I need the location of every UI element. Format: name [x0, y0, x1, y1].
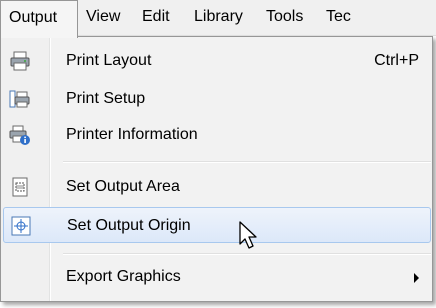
menu-tools-label: Tools: [266, 8, 304, 25]
menu-view[interactable]: View: [78, 0, 120, 36]
printer-info-icon: [9, 125, 30, 145]
menu-item-set-output-area[interactable]: Set Output Area: [3, 169, 431, 205]
menu-item-printer-information[interactable]: Printer Information: [3, 117, 431, 153]
mouse-cursor-icon: [239, 221, 257, 249]
output-dropdown-menu: Print Layout Ctrl+P Print Setup Printer …: [0, 36, 433, 302]
menu-tec[interactable]: Tec: [318, 0, 351, 36]
menu-item-export-graphics[interactable]: Export Graphics: [3, 259, 431, 295]
menu-item-print-layout[interactable]: Print Layout Ctrl+P: [3, 43, 431, 79]
menu-item-label: Set Output Origin: [67, 217, 191, 234]
menu-item-print-setup[interactable]: Print Setup: [3, 81, 431, 117]
menu-item-label: Printer Information: [66, 126, 198, 143]
menu-output[interactable]: Output: [0, 0, 78, 38]
menu-separator: [63, 253, 431, 255]
printer-icon: [10, 51, 30, 71]
menu-library-label: Library: [194, 8, 243, 25]
menu-item-label: Print Setup: [66, 90, 146, 107]
menu-separator: [63, 161, 431, 163]
output-origin-icon: [11, 216, 31, 236]
menu-tec-label: Tec: [326, 8, 351, 25]
menu-bar: Output View Edit Library Tools Tec: [0, 0, 436, 38]
menu-item-set-output-origin[interactable]: Set Output Origin: [3, 207, 431, 243]
menu-item-label: Export Graphics: [66, 268, 181, 285]
menu-edit-label: Edit: [142, 8, 170, 25]
menu-item-label: Print Layout: [66, 52, 152, 69]
menu-item-label: Set Output Area: [66, 178, 180, 195]
shortcut-text: Ctrl+P: [374, 52, 419, 69]
print-setup-icon: [9, 90, 30, 108]
output-area-icon: [12, 177, 28, 197]
menu-output-label: Output: [9, 9, 58, 26]
submenu-arrow-icon: [414, 273, 419, 283]
menu-library[interactable]: Library: [186, 0, 243, 36]
menu-edit[interactable]: Edit: [134, 0, 170, 36]
menu-tools[interactable]: Tools: [258, 0, 303, 36]
menu-view-label: View: [86, 8, 121, 25]
